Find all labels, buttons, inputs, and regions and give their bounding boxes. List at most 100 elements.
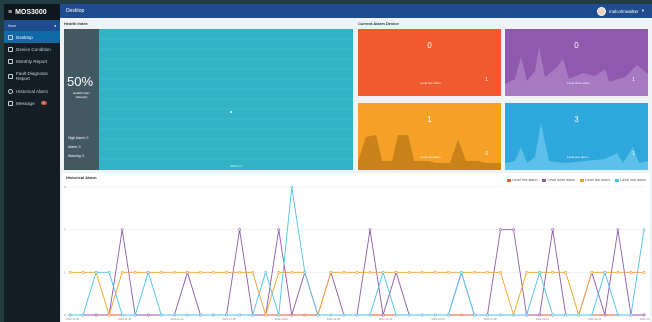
series-point[interactable] (603, 270, 607, 274)
series-point[interactable] (107, 313, 111, 317)
series-point[interactable] (499, 228, 502, 232)
series-point[interactable] (355, 313, 359, 317)
series-point[interactable] (473, 313, 476, 317)
series-point[interactable] (368, 270, 372, 274)
series-point[interactable] (368, 313, 372, 317)
series-point[interactable] (525, 313, 528, 317)
series-point[interactable] (159, 270, 163, 274)
series-point[interactable] (290, 313, 294, 317)
series-point[interactable] (225, 270, 228, 274)
series-point[interactable] (238, 313, 241, 317)
series-point[interactable] (551, 228, 555, 232)
series-point[interactable] (199, 270, 202, 274)
series-point[interactable] (342, 270, 346, 274)
series-point[interactable] (225, 313, 228, 317)
series-point[interactable] (303, 270, 307, 274)
user-menu[interactable]: malcolmwalker ▾ (596, 6, 644, 16)
series-point[interactable] (251, 270, 255, 274)
series-point[interactable] (512, 313, 515, 317)
series-point[interactable] (146, 270, 150, 274)
series-point[interactable] (290, 270, 294, 274)
series-point[interactable] (133, 313, 137, 317)
series-point[interactable] (394, 270, 398, 274)
sidebar-item-historical-alarm[interactable]: Historical Alarm (4, 85, 60, 97)
alarm-tile-level-two[interactable]: 1 Level two alarm 0 (358, 103, 501, 170)
series-point[interactable] (551, 270, 555, 274)
series-point[interactable] (629, 313, 633, 317)
series-point[interactable] (642, 270, 646, 274)
alarm-tile-level-five[interactable]: 0 Level five alarm 1 (358, 29, 501, 96)
series-point[interactable] (525, 270, 528, 274)
series-point[interactable] (120, 228, 124, 232)
series-point[interactable] (551, 313, 555, 317)
series-point[interactable] (473, 270, 476, 274)
series-point[interactable] (81, 270, 85, 274)
collapse-icon[interactable]: ◂ (54, 23, 56, 28)
series-point[interactable] (277, 313, 281, 317)
series-point[interactable] (603, 313, 607, 317)
series-point[interactable] (499, 270, 502, 274)
series-point[interactable] (342, 313, 346, 317)
series-point[interactable] (277, 228, 281, 232)
series-point[interactable] (394, 313, 398, 317)
series-point[interactable] (316, 313, 320, 317)
series-point[interactable] (590, 270, 594, 274)
series-point[interactable] (368, 228, 372, 232)
series-point[interactable] (329, 313, 333, 317)
series-point[interactable] (264, 270, 268, 274)
series-point[interactable] (329, 270, 333, 274)
series-point[interactable] (420, 313, 424, 317)
series-point[interactable] (642, 228, 646, 232)
series-point[interactable] (303, 313, 307, 317)
series-point[interactable] (107, 270, 111, 274)
series-point[interactable] (459, 270, 463, 274)
series-point[interactable] (446, 270, 450, 274)
series-point[interactable] (146, 313, 150, 317)
sidebar-item-message[interactable]: Message 0 (4, 97, 60, 109)
series-point[interactable] (212, 270, 215, 274)
sidebar-item-device-condition[interactable]: Device Condition (4, 43, 60, 55)
series-point[interactable] (407, 270, 411, 274)
alarm-tile-level-three[interactable]: 0 Level three alarm 1 (505, 29, 648, 96)
series-point[interactable] (186, 270, 189, 274)
series-point[interactable] (94, 270, 98, 274)
series-point[interactable] (590, 313, 594, 317)
series-point[interactable] (538, 313, 542, 317)
alarm-tile-level-one[interactable]: 3 Level one alarm 1 (505, 103, 648, 170)
series-point[interactable] (264, 313, 268, 317)
series-point[interactable] (172, 270, 176, 274)
series-point[interactable] (381, 313, 385, 317)
series-point[interactable] (212, 313, 215, 317)
series-point[interactable] (499, 313, 502, 317)
series-point[interactable] (538, 270, 542, 274)
series-point[interactable] (68, 313, 72, 317)
series-point[interactable] (186, 313, 189, 317)
series-point[interactable] (381, 270, 385, 274)
series-point[interactable] (642, 313, 646, 317)
series-point[interactable] (238, 228, 241, 232)
series-point[interactable] (290, 185, 294, 189)
sidebar-item-monthly-report[interactable]: Monthly Report (4, 55, 60, 67)
series-point[interactable] (577, 313, 581, 317)
series-point[interactable] (486, 313, 489, 317)
series-point[interactable] (420, 270, 424, 274)
series-point[interactable] (172, 313, 176, 317)
sidebar-item-fault-diagnosis[interactable]: Fault Diagnosis Report (4, 67, 60, 85)
series-point[interactable] (616, 228, 620, 232)
series-point[interactable] (355, 270, 359, 274)
series-point[interactable] (251, 313, 255, 317)
series-point[interactable] (564, 313, 568, 317)
series-point[interactable] (159, 313, 163, 317)
series-point[interactable] (133, 270, 137, 274)
series-point[interactable] (629, 270, 633, 274)
series-point[interactable] (459, 313, 463, 317)
sidebar-item-desktop[interactable]: Desktop (4, 31, 60, 43)
series-point[interactable] (94, 313, 98, 317)
series-point[interactable] (433, 313, 437, 317)
series-point[interactable] (81, 313, 85, 317)
series-point[interactable] (486, 270, 489, 274)
series-point[interactable] (68, 270, 72, 274)
series-point[interactable] (433, 270, 437, 274)
series-point[interactable] (564, 270, 568, 274)
series-point[interactable] (512, 228, 515, 232)
